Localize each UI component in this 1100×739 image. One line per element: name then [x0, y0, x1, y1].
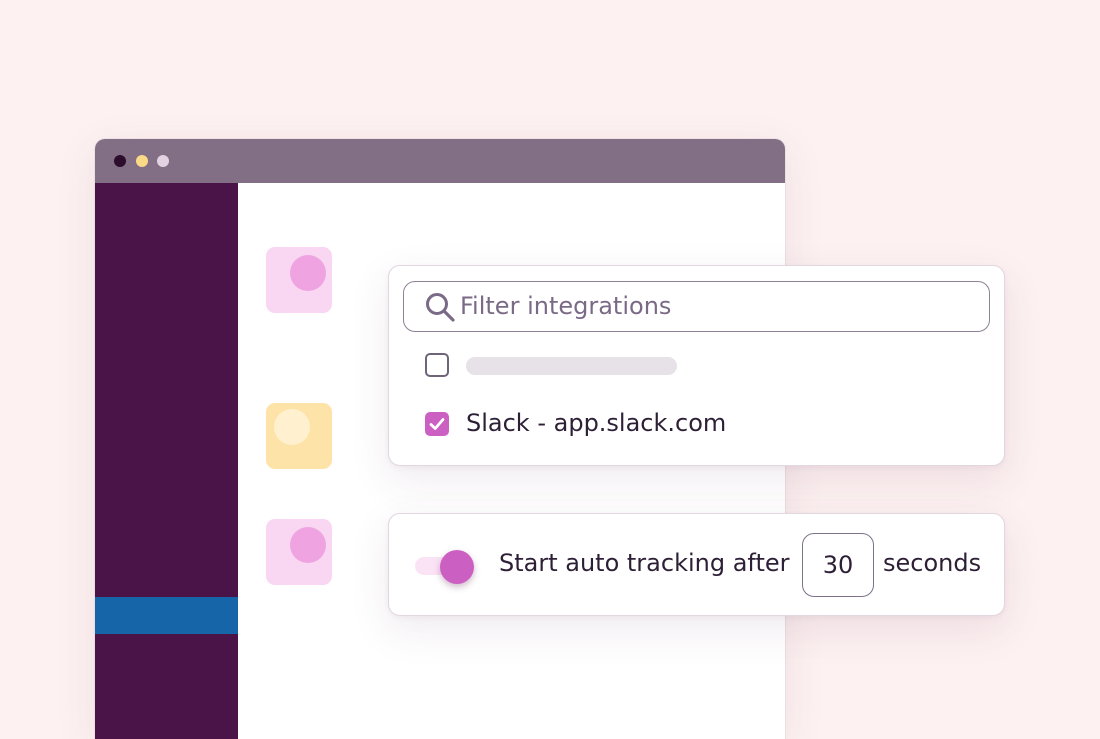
sidebar-item-active[interactable] [95, 597, 238, 634]
search-input[interactable] [460, 289, 960, 323]
integration-checkbox-unchecked[interactable] [425, 353, 449, 377]
integration-checkbox-checked[interactable] [425, 412, 449, 436]
integration-label: Slack - app.slack.com [466, 409, 727, 437]
window-maximize-button[interactable] [157, 155, 169, 167]
checkmark-icon [429, 418, 445, 430]
sidebar [95, 183, 238, 739]
auto-tracking-label: Start auto tracking after [499, 549, 790, 577]
search-icon [426, 293, 455, 322]
app-icon-pink-dot [290, 255, 326, 291]
seconds-input[interactable] [802, 533, 874, 597]
integrations-filter-card: Slack - app.slack.com [388, 265, 1005, 466]
app-icon-pink-2 [266, 519, 332, 585]
app-icon-pink [266, 247, 332, 313]
window-minimize-button[interactable] [136, 155, 148, 167]
integration-label-placeholder [466, 357, 677, 375]
app-icon-pink-2-dot [290, 527, 326, 563]
toggle-knob [440, 550, 474, 584]
auto-tracking-toggle[interactable] [415, 550, 477, 584]
integration-item[interactable] [425, 351, 685, 379]
integration-item-slack[interactable]: Slack - app.slack.com [425, 409, 825, 438]
app-icon-yellow-dot [274, 409, 310, 445]
app-icon-yellow [266, 403, 332, 469]
auto-tracking-card: Start auto tracking after seconds [388, 513, 1005, 616]
window-titlebar [95, 139, 785, 183]
search-field[interactable] [403, 281, 990, 332]
window-close-button[interactable] [114, 155, 126, 167]
seconds-label: seconds [883, 549, 982, 577]
